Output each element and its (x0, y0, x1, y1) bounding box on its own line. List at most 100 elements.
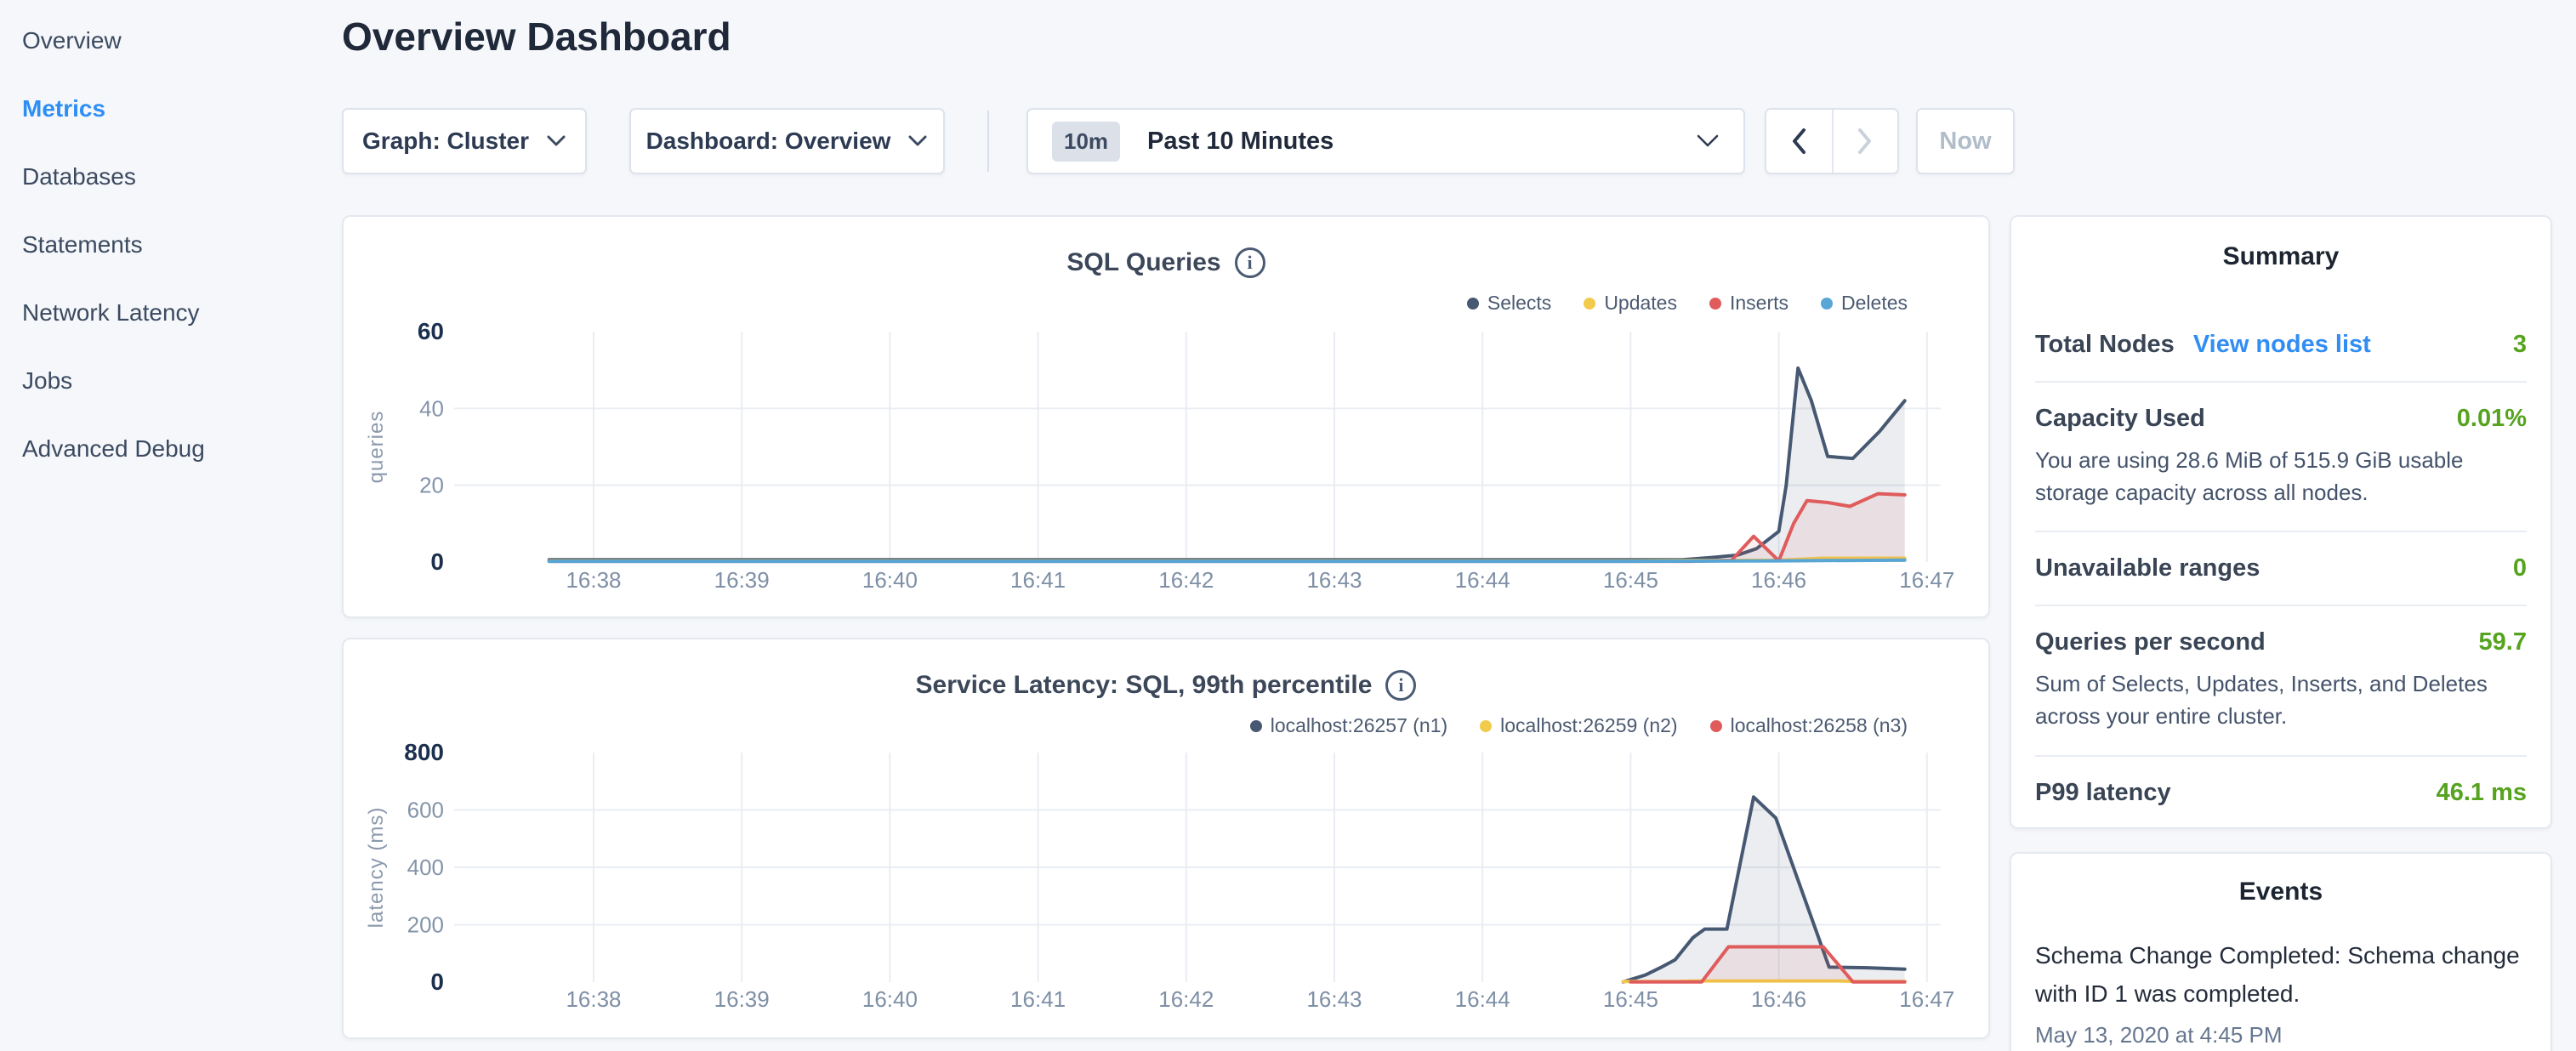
chart-legend: localhost:26257 (n1) localhost:26259 (n2)… (1250, 714, 1908, 737)
sidebar-item-network-latency[interactable]: Network Latency (22, 279, 323, 347)
svg-text:60: 60 (418, 318, 444, 344)
sql-queries-chart-card: 16:3816:3916:4016:4116:4216:4316:4416:45… (342, 215, 1990, 618)
svg-text:20: 20 (419, 473, 444, 498)
svg-text:16:43: 16:43 (1306, 567, 1362, 593)
sidebar-item-overview[interactable]: Overview (22, 7, 323, 75)
summary-row-unavailable-ranges: Unavailable ranges 0 (2035, 532, 2527, 605)
legend-item[interactable]: Updates (1584, 292, 1677, 315)
legend-item[interactable]: localhost:26257 (n1) (1250, 714, 1447, 737)
events-title: Events (2035, 878, 2527, 906)
svg-text:0: 0 (430, 548, 444, 575)
svg-text:16:41: 16:41 (1010, 986, 1066, 1012)
svg-text:600: 600 (407, 798, 444, 823)
sidebar-item-statements[interactable]: Statements (22, 211, 323, 279)
summary-row-subtext: Sum of Selects, Updates, Inserts, and De… (2035, 668, 2527, 732)
chart-legend: Selects Updates Inserts Deletes (1467, 292, 1908, 315)
svg-text:16:40: 16:40 (862, 986, 918, 1012)
legend-dot (1250, 720, 1262, 732)
svg-text:16:38: 16:38 (566, 567, 621, 593)
chevron-left-icon (1788, 126, 1810, 156)
svg-text:16:46: 16:46 (1751, 986, 1806, 1012)
events-panel: Events Schema Change Completed: Schema c… (2010, 852, 2552, 1051)
legend-item[interactable]: Deletes (1821, 292, 1908, 315)
svg-text:16:42: 16:42 (1158, 986, 1214, 1012)
summary-row-label: P99 latency (2035, 779, 2171, 807)
sidebar-item-advanced-debug[interactable]: Advanced Debug (22, 415, 323, 483)
svg-text:16:45: 16:45 (1603, 567, 1658, 593)
svg-text:latency (ms): latency (ms) (365, 807, 388, 929)
sidebar: Overview Metrics Databases Statements Ne… (0, 0, 323, 483)
svg-text:queries: queries (365, 411, 388, 484)
sidebar-item-databases[interactable]: Databases (22, 143, 323, 211)
service-latency-chart-card: 16:38 16:39 16:40 16:41 16:42 16:43 16:44 16:45… (342, 638, 1990, 1039)
chart-title: Service Latency: SQL, 99th percentile (916, 671, 1373, 700)
time-pager (1765, 108, 1899, 174)
legend-label: Inserts (1730, 292, 1788, 315)
svg-text:800: 800 (404, 739, 444, 765)
chevron-right-icon (1854, 126, 1876, 156)
graph-dropdown-label: Graph: Cluster (362, 128, 529, 155)
time-back-button[interactable] (1766, 110, 1832, 173)
info-icon[interactable]: i (1385, 670, 1416, 701)
svg-text:16:40: 16:40 (862, 567, 918, 593)
overview-dashboard-page: Overview Metrics Databases Statements Ne… (0, 0, 2576, 1051)
summary-row-value: 0.01% (2457, 405, 2527, 433)
summary-row-capacity-used: Capacity Used 0.01% You are using 28.6 M… (2035, 383, 2527, 531)
chevron-down-icon (1696, 134, 1720, 149)
controls-divider (987, 111, 989, 172)
sidebar-item-jobs[interactable]: Jobs (22, 347, 323, 415)
legend-label: Selects (1487, 292, 1551, 315)
time-range-dropdown[interactable]: 10m Past 10 Minutes (1026, 108, 1745, 174)
event-item-text[interactable]: Schema Change Completed: Schema change w… (2035, 937, 2527, 1014)
time-range-label: Past 10 Minutes (1147, 128, 1333, 156)
legend-label: localhost:26257 (n1) (1271, 714, 1447, 737)
svg-text:16:38: 16:38 (566, 986, 621, 1012)
graph-dropdown[interactable]: Graph: Cluster (342, 108, 587, 174)
event-item-timestamp: May 13, 2020 at 4:45 PM (2035, 1022, 2527, 1048)
svg-text:16:46: 16:46 (1751, 567, 1806, 593)
chevron-down-icon (546, 135, 566, 147)
svg-text:16:45: 16:45 (1603, 986, 1658, 1012)
svg-text:16:39: 16:39 (714, 567, 770, 593)
svg-text:16:41: 16:41 (1010, 567, 1066, 593)
legend-label: Updates (1604, 292, 1677, 315)
legend-label: localhost:26258 (n3) (1731, 714, 1908, 737)
legend-dot (1584, 298, 1595, 310)
info-icon[interactable]: i (1235, 247, 1265, 278)
summary-row-value: 3 (2513, 331, 2527, 359)
now-button[interactable]: Now (1916, 108, 2015, 174)
legend-dot (1709, 298, 1721, 310)
legend-item[interactable]: localhost:26258 (n3) (1710, 714, 1908, 737)
svg-text:200: 200 (407, 912, 444, 938)
time-range-badge: 10m (1052, 122, 1120, 162)
summary-row-p99-latency: P99 latency 46.1 ms (2035, 757, 2527, 829)
summary-row-value: 59.7 (2479, 628, 2527, 656)
svg-text:16:44: 16:44 (1455, 986, 1510, 1012)
sidebar-item-metrics[interactable]: Metrics (22, 75, 323, 143)
summary-row-value: 46.1 ms (2437, 779, 2527, 807)
legend-item[interactable]: Selects (1467, 292, 1551, 315)
summary-row-label: Capacity Used (2035, 405, 2205, 433)
svg-text:16:39: 16:39 (714, 986, 770, 1012)
legend-dot (1821, 298, 1833, 310)
summary-panel: Summary Total Nodes View nodes list 3 Ca… (2010, 215, 2552, 829)
svg-text:16:44: 16:44 (1455, 567, 1510, 593)
time-forward-button[interactable] (1832, 110, 1897, 173)
legend-dot (1480, 720, 1492, 732)
legend-label: Deletes (1841, 292, 1908, 315)
svg-text:16:43: 16:43 (1306, 986, 1362, 1012)
summary-row-total-nodes: Total Nodes View nodes list 3 (2035, 309, 2527, 381)
legend-dot (1710, 720, 1722, 732)
summary-row-label: Unavailable ranges (2035, 554, 2260, 582)
view-nodes-list-link[interactable]: View nodes list (2193, 331, 2371, 359)
legend-label: localhost:26259 (n2) (1500, 714, 1677, 737)
legend-item[interactable]: localhost:26259 (n2) (1480, 714, 1677, 737)
summary-title: Summary (2035, 242, 2527, 271)
svg-text:400: 400 (407, 855, 444, 880)
legend-item[interactable]: Inserts (1709, 292, 1788, 315)
legend-dot (1467, 298, 1479, 310)
dashboard-dropdown[interactable]: Dashboard: Overview (629, 108, 945, 174)
now-button-label: Now (1939, 128, 1991, 156)
chart-title: SQL Queries (1066, 248, 1220, 277)
dashboard-dropdown-label: Dashboard: Overview (646, 128, 891, 155)
